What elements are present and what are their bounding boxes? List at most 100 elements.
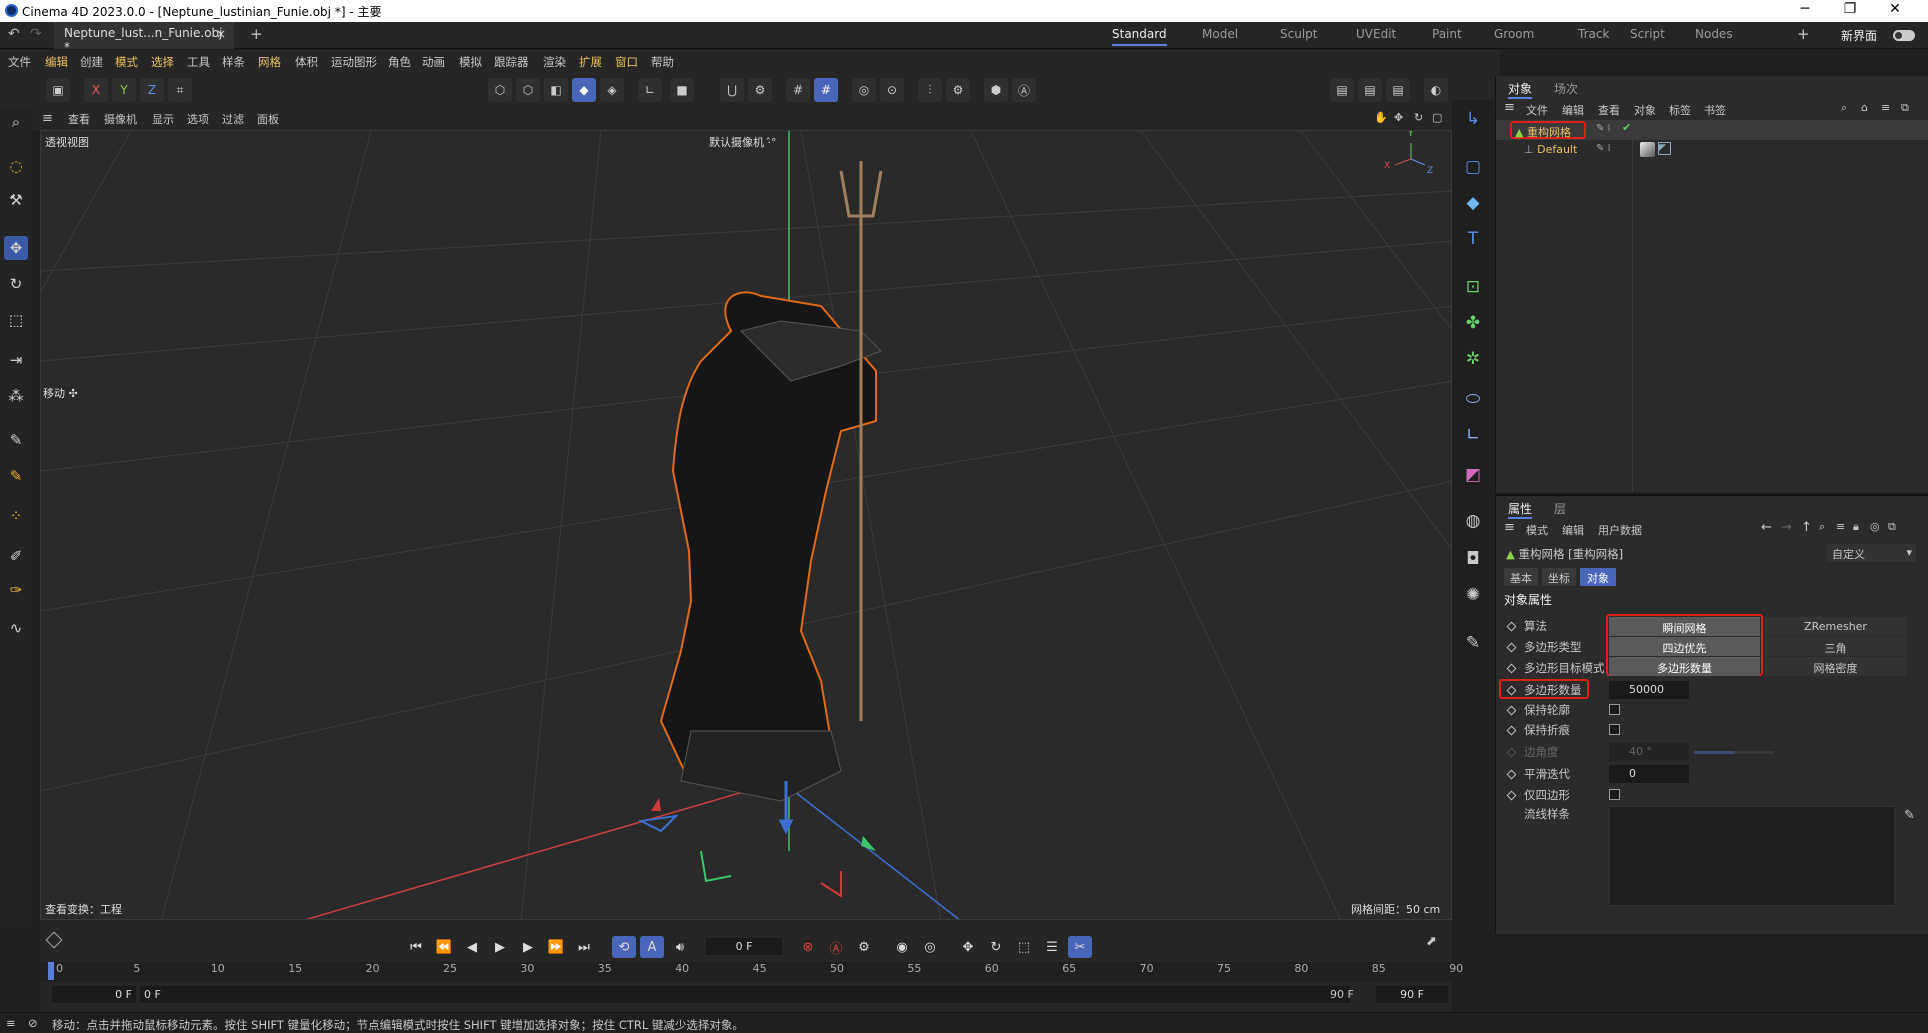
parameter-key-icon[interactable]: ☰ xyxy=(1040,936,1064,958)
keyframe-icon[interactable] xyxy=(1506,642,1517,653)
perspective-viewport[interactable]: 透视视图 默认摄像机 ·̂° 移动 ✣ 查看变换：工程 网格间距：50 cm Y… xyxy=(40,130,1452,920)
playhead[interactable] xyxy=(48,962,54,980)
effector-icon[interactable]: ✲ xyxy=(1460,346,1486,372)
deformer-icon[interactable]: ⬭ xyxy=(1460,386,1486,412)
menu-item-0[interactable]: 文件 xyxy=(8,54,31,70)
keep-crease-checkbox[interactable] xyxy=(1609,724,1620,735)
search-icon[interactable]: ⌕ xyxy=(4,110,28,134)
add-tab-button[interactable]: + xyxy=(250,25,263,43)
viewport-menu-item-2[interactable]: 显示 xyxy=(152,111,174,127)
maximize-button[interactable]: ❐ xyxy=(1835,1,1865,17)
model-mode-icon[interactable]: ◆ xyxy=(572,78,596,102)
lod-icon[interactable]: ⬢ xyxy=(984,78,1008,102)
up-arrow-icon[interactable]: ↑ xyxy=(1801,520,1812,535)
next-frame-icon[interactable]: ▶ xyxy=(516,936,540,958)
minimize-button[interactable]: ─ xyxy=(1790,1,1820,17)
triangle-option[interactable]: 三角 xyxy=(1764,637,1907,656)
autokey-icon[interactable]: Ⓐ xyxy=(824,936,848,958)
motion-settings-icon[interactable]: ◎ xyxy=(918,936,942,958)
render-picture-viewer-icon[interactable]: ▤ xyxy=(1358,78,1382,102)
symmetry-icon[interactable]: ⫶ xyxy=(918,78,942,102)
live-selection-icon[interactable]: ◌ xyxy=(4,154,28,178)
menu-item-5[interactable]: 工具 xyxy=(187,54,210,70)
search-icon[interactable]: ⌕ xyxy=(1819,520,1825,534)
field-icon[interactable]: ∟ xyxy=(1460,422,1486,448)
object-menu-item-2[interactable]: 查看 xyxy=(1598,102,1620,118)
move-tool-icon[interactable]: ✥ xyxy=(4,236,28,260)
undo-icon[interactable]: ↶ xyxy=(8,26,20,42)
next-key-icon[interactable]: ⏩ xyxy=(544,936,568,958)
tab-coordinates[interactable]: 坐标 xyxy=(1542,568,1576,586)
forward-arrow-icon[interactable]: → xyxy=(1781,520,1792,535)
keyframe-icon[interactable] xyxy=(1506,663,1517,674)
quads-only-checkbox[interactable] xyxy=(1609,789,1620,800)
spline-pen-icon[interactable]: ✎ xyxy=(4,428,28,452)
menu-item-3[interactable]: 模式 xyxy=(115,54,138,70)
edit-tag-icon[interactable]: ✎ ⁞ xyxy=(1596,143,1611,154)
add-workspace-button[interactable]: + xyxy=(1797,25,1810,43)
camera-object-icon[interactable]: ↳ xyxy=(1460,106,1486,132)
keyframe-selection-icon[interactable]: ⚙ xyxy=(852,936,876,958)
keyframe-icon[interactable] xyxy=(1506,705,1517,716)
rotate-tool-icon[interactable]: ↻ xyxy=(4,272,28,296)
workspace-tab-nodes[interactable]: Nodes xyxy=(1695,27,1733,41)
axis-mode-icon[interactable]: ∟ xyxy=(638,78,662,102)
rotate-view-icon[interactable]: ↻ xyxy=(1414,111,1423,124)
search-icon[interactable]: ⌕ xyxy=(1841,101,1847,115)
remesh-object-name[interactable]: ▲ 重构网格 xyxy=(1510,121,1586,139)
loop-icon[interactable]: ⟲ xyxy=(612,936,636,958)
hamburger-icon[interactable]: ≡ xyxy=(6,1016,16,1030)
camera-label[interactable]: 默认摄像机 ·̂° xyxy=(709,134,777,150)
mesh-density-option[interactable]: 网格密度 xyxy=(1764,657,1907,676)
play-icon[interactable]: ▶ xyxy=(488,936,512,958)
workspace-tab-uvedit[interactable]: UVEdit xyxy=(1356,27,1396,41)
new-ui-toggle[interactable] xyxy=(1893,30,1915,41)
solo-mode-icon[interactable]: ■ xyxy=(670,78,694,102)
attribute-icon[interactable]: Ⓐ xyxy=(1012,78,1036,102)
workspace-tab-track[interactable]: Track xyxy=(1578,27,1609,41)
object-row-default[interactable]: ⊥ Default ✎ ⁞ ◤ xyxy=(1496,140,1928,160)
poly-count-input[interactable]: 50000 xyxy=(1609,681,1689,699)
snap-settings-icon[interactable]: ⚙ xyxy=(748,78,772,102)
menu-item-7[interactable]: 网格 xyxy=(258,54,281,70)
workspace-tab-sculpt[interactable]: Sculpt xyxy=(1280,27,1317,41)
back-arrow-icon[interactable]: ← xyxy=(1761,520,1772,535)
z-handle-icon[interactable] xyxy=(637,814,679,833)
viewport-menu-item-4[interactable]: 过滤 xyxy=(222,111,244,127)
new-window-icon[interactable]: ⧉ xyxy=(1901,101,1909,115)
end-frame-field[interactable]: 90 F xyxy=(1376,986,1448,1003)
light-icon[interactable]: ✺ xyxy=(1460,582,1486,608)
move-view-icon[interactable]: ✥ xyxy=(1394,111,1403,124)
menu-item-4[interactable]: 选择 xyxy=(151,54,174,70)
menu-item-14[interactable]: 渲染 xyxy=(543,54,566,70)
lock-icon[interactable]: 🔒︎ xyxy=(1853,520,1859,534)
keyframe-icon[interactable] xyxy=(45,931,63,949)
default-object-name[interactable]: ⊥ Default xyxy=(1524,143,1577,156)
environment-icon[interactable]: ◍ xyxy=(1460,508,1486,534)
workspace-tab-paint[interactable]: Paint xyxy=(1432,27,1462,41)
filter-icon[interactable]: ≡ xyxy=(1881,101,1890,114)
hamburger-icon[interactable]: ≡ xyxy=(1504,520,1515,535)
menu-item-8[interactable]: 体积 xyxy=(295,54,318,70)
instant-mesh-option[interactable]: 瞬间网格 xyxy=(1609,617,1760,636)
undo-stack-icon[interactable]: ▣ xyxy=(46,78,70,102)
new-window-icon[interactable]: ⧉ xyxy=(1888,520,1896,534)
workplane-icon[interactable]: # xyxy=(814,78,838,102)
points-mode-icon[interactable]: ⬡ xyxy=(488,78,512,102)
object-menu-item-3[interactable]: 对象 xyxy=(1634,102,1656,118)
enabled-check-icon[interactable]: ✔ xyxy=(1622,121,1631,134)
keep-outline-checkbox[interactable] xyxy=(1609,704,1620,715)
sound-icon[interactable]: 🔊︎ xyxy=(668,936,692,958)
menu-item-1[interactable]: 编辑 xyxy=(45,54,68,70)
uvw-tag-icon[interactable]: ◤ xyxy=(1658,142,1671,155)
workspace-tab-groom[interactable]: Groom xyxy=(1494,27,1534,41)
hamburger-icon[interactable]: ≡ xyxy=(42,111,53,126)
quad-dominant-option[interactable]: 四边优先 xyxy=(1609,637,1760,656)
workspace-tab-model[interactable]: Model xyxy=(1202,27,1238,41)
material-tag-icon[interactable] xyxy=(1640,142,1655,157)
start-frame-field[interactable]: 0 F xyxy=(52,986,136,1003)
preset-dropdown[interactable]: 自定义 ▾ xyxy=(1826,544,1916,562)
spline-sketch-icon[interactable]: ✎ xyxy=(4,464,28,488)
transfer-tool-icon[interactable]: ⇥ xyxy=(4,348,28,372)
preview-range-icon[interactable]: A xyxy=(640,936,664,958)
